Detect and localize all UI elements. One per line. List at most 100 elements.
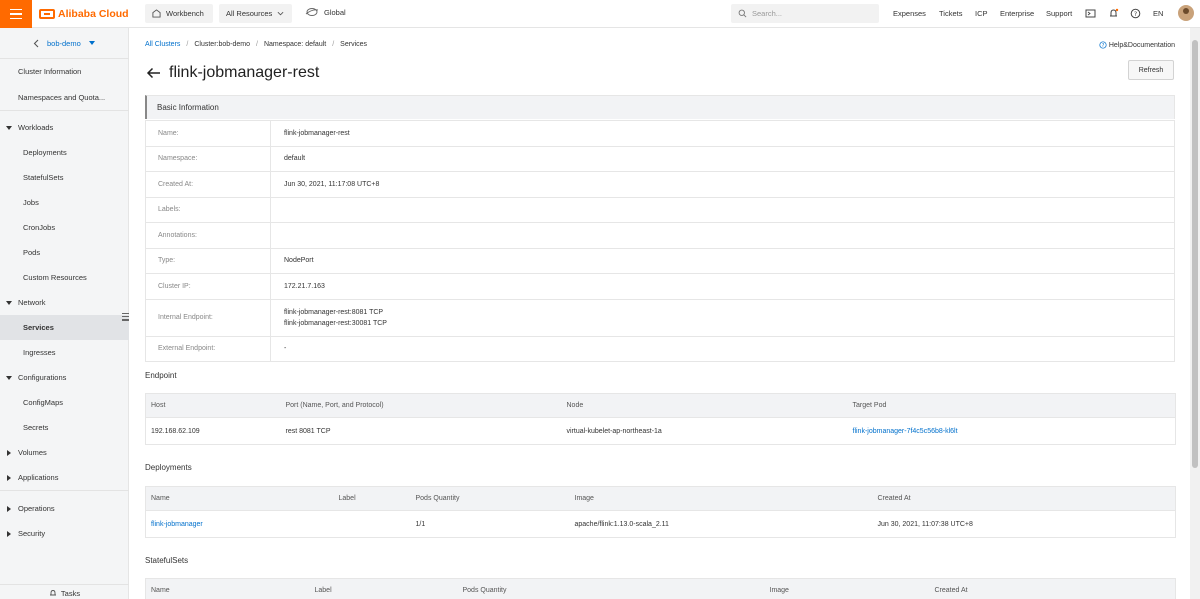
column-header[interactable]: Image <box>764 578 930 599</box>
sidebar-item-workloads[interactable]: Workloads <box>0 115 129 140</box>
column-header[interactable]: Created At <box>872 486 1176 511</box>
hamburger-menu-icon[interactable] <box>0 0 32 28</box>
breadcrumb-cluster[interactable]: Cluster:bob-demo <box>194 41 250 48</box>
sidebar-item-label: Configurations <box>18 373 67 382</box>
sidebar-item-applications[interactable]: Applications <box>0 465 129 490</box>
basic-info-row: Annotations: <box>145 222 1175 249</box>
basic-info-key: External Endpoint: <box>145 336 271 362</box>
scrollbar-thumb[interactable] <box>1192 40 1198 468</box>
basic-info-value: 172.21.7.163 <box>270 273 1175 300</box>
globe-icon <box>305 8 319 16</box>
caret-right-icon <box>7 475 11 481</box>
icp-link[interactable]: ICP <box>975 9 988 18</box>
sidebar-item-cluster-information[interactable]: Cluster Information <box>0 59 129 84</box>
table-cell-link[interactable]: flink-jobmanager-7f4c5c56b8-kl6lt <box>847 417 1176 445</box>
workbench-button[interactable]: Workbench <box>145 4 213 23</box>
search-box[interactable]: Search... <box>731 4 879 23</box>
all-resources-label: All Resources <box>226 9 273 18</box>
column-header[interactable]: Port (Name, Port, and Protocol) <box>280 393 562 418</box>
expenses-link[interactable]: Expenses <box>893 9 926 18</box>
column-header[interactable]: Image <box>569 486 873 511</box>
sidebar-item-label: Workloads <box>18 123 54 132</box>
breadcrumb-separator: / <box>332 41 335 48</box>
language-switch[interactable]: EN <box>1153 9 1163 18</box>
sidebar: bob-demo Cluster Information Namespaces a… <box>0 28 129 599</box>
sidebar-item-deployments[interactable]: Deployments <box>0 140 129 165</box>
sidebar-item-label: Namespaces and Quota... <box>18 93 106 102</box>
basic-information-table: Name: flink-jobmanager-rest Namespace: defa… <box>145 120 1175 362</box>
column-header[interactable]: Target Pod <box>847 393 1176 418</box>
column-header[interactable]: Label <box>309 578 458 599</box>
basic-info-row: Internal Endpoint: flink-jobmanager-rest:… <box>145 299 1175 337</box>
sidebar-item-security[interactable]: Security <box>0 521 129 546</box>
sidebar-item-pods[interactable]: Pods <box>0 240 129 265</box>
logo-mark-icon <box>39 9 55 19</box>
basic-info-value-line: NodePort <box>284 257 314 265</box>
help-documentation-link[interactable]: ? Help&Documentation <box>1099 41 1175 49</box>
sidebar-item-jobs[interactable]: Jobs <box>0 190 129 215</box>
all-resources-dropdown[interactable]: All Resources <box>219 4 292 23</box>
basic-info-key: Created At: <box>145 171 271 198</box>
support-link[interactable]: Support <box>1046 9 1072 18</box>
enterprise-link[interactable]: Enterprise <box>1000 9 1034 18</box>
basic-info-value: flink-jobmanager-rest <box>270 120 1175 147</box>
breadcrumb-namespace[interactable]: Namespace: default <box>264 41 326 48</box>
basic-info-row: Namespace: default <box>145 146 1175 172</box>
region-selector[interactable]: Global <box>305 7 346 17</box>
terminal-icon[interactable] <box>1085 8 1096 19</box>
search-input[interactable]: Search... <box>752 9 782 18</box>
breadcrumb-separator: / <box>186 41 189 48</box>
column-header[interactable]: Pods Quantity <box>410 486 570 511</box>
sidebar-item-namespaces-and-quota[interactable]: Namespaces and Quota... <box>0 85 129 110</box>
table-header-row: Name Label Pods Quantity Image Created At <box>145 486 1176 511</box>
column-header[interactable]: Host <box>145 393 281 418</box>
sidebar-item-services[interactable]: Services <box>0 315 129 340</box>
table-cell: Jun 30, 2021, 11:07:38 UTC+8 <box>872 510 1176 538</box>
basic-info-row: Created At: Jun 30, 2021, 11:17:08 UTC+8 <box>145 171 1175 198</box>
tasks-button[interactable]: Tasks <box>0 584 129 599</box>
bell-icon[interactable] <box>1108 8 1119 19</box>
sidebar-item-statefulsets[interactable]: StatefulSets <box>0 165 129 190</box>
collapse-sidebar-icon[interactable] <box>122 313 129 322</box>
column-header[interactable]: Pods Quantity <box>457 578 765 599</box>
table-cell-link[interactable]: flink-jobmanager <box>145 510 334 538</box>
refresh-button[interactable]: Refresh <box>1128 60 1174 80</box>
sidebar-item-ingresses[interactable]: Ingresses <box>0 340 129 365</box>
sidebar-item-custom-resources[interactable]: Custom Resources <box>0 265 129 290</box>
breadcrumb-all-clusters[interactable]: All Clusters <box>145 41 180 48</box>
column-header[interactable]: Name <box>145 486 334 511</box>
back-chevron-icon[interactable] <box>33 39 39 48</box>
table-row: flink-jobmanager 1/1 apache/flink:1.13.0-s… <box>145 510 1176 538</box>
cluster-switcher[interactable]: bob-demo <box>0 28 129 59</box>
basic-info-key: Name: <box>145 120 271 147</box>
sidebar-item-label: Ingresses <box>23 348 56 357</box>
alibaba-cloud-logo[interactable]: Alibaba Cloud <box>39 7 129 21</box>
sidebar-item-cronjobs[interactable]: CronJobs <box>0 215 129 240</box>
sidebar-item-configurations[interactable]: Configurations <box>0 365 129 390</box>
help-icon[interactable]: ? <box>1130 8 1141 19</box>
basic-info-row: Name: flink-jobmanager-rest <box>145 120 1175 147</box>
table-cell: 1/1 <box>410 510 570 538</box>
workbench-label: Workbench <box>166 9 204 18</box>
sidebar-item-volumes[interactable]: Volumes <box>0 440 129 465</box>
sidebar-item-operations[interactable]: Operations <box>0 496 129 521</box>
column-header[interactable]: Label <box>333 486 411 511</box>
basic-info-value-line: default <box>284 155 306 163</box>
column-header[interactable]: Node <box>561 393 848 418</box>
search-icon <box>738 9 747 18</box>
page-scrollbar[interactable] <box>1190 28 1200 599</box>
deployments-section-title: Deployments <box>145 463 192 472</box>
table-row: 192.168.62.109 rest 8081 TCP virtual-kubel… <box>145 417 1176 445</box>
sidebar-item-label: Jobs <box>23 198 39 207</box>
user-avatar[interactable] <box>1178 5 1194 21</box>
column-header[interactable]: Name <box>145 578 310 599</box>
sidebar-item-secrets[interactable]: Secrets <box>0 415 129 440</box>
tickets-link[interactable]: Tickets <box>939 9 962 18</box>
basic-info-value: flink-jobmanager-rest:8081 TCP flink-jobm… <box>270 299 1175 337</box>
sidebar-item-label: Operations <box>18 504 55 513</box>
sidebar-item-network[interactable]: Network <box>0 290 129 315</box>
basic-info-key: Type: <box>145 248 271 274</box>
back-arrow-icon[interactable] <box>146 67 161 79</box>
column-header[interactable]: Created At <box>929 578 1176 599</box>
sidebar-item-configmaps[interactable]: ConfigMaps <box>0 390 129 415</box>
